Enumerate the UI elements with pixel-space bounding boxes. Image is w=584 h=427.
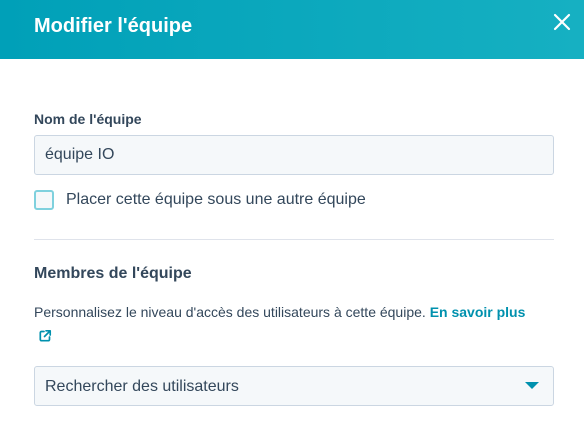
- close-icon: [553, 13, 571, 31]
- close-button[interactable]: [552, 12, 572, 32]
- search-users-dropdown[interactable]: Rechercher des utilisateurs: [34, 366, 554, 406]
- parent-team-checkbox-label[interactable]: Placer cette équipe sous une autre équip…: [66, 190, 366, 210]
- external-link-icon[interactable]: [38, 329, 52, 343]
- parent-team-option[interactable]: Placer cette équipe sous une autre équip…: [34, 188, 366, 212]
- search-users-placeholder: Rechercher des utilisateurs: [45, 378, 239, 395]
- dialog-title: Modifier l'équipe: [34, 15, 193, 37]
- team-members-help: Personnalisez le niveau d'accès des util…: [34, 302, 554, 322]
- team-name-label: Nom de l'équipe: [34, 111, 142, 127]
- team-members-title: Membres de l'équipe: [34, 265, 192, 282]
- section-divider: [34, 239, 554, 240]
- team-name-input[interactable]: [34, 135, 554, 175]
- learn-more-link[interactable]: En savoir plus: [430, 304, 526, 320]
- parent-team-checkbox[interactable]: [34, 190, 54, 210]
- edit-team-dialog: Modifier l'équipe Nom de l'équipe Placer…: [0, 0, 584, 427]
- team-members-help-text: Personnalisez le niveau d'accès des util…: [34, 304, 426, 320]
- dialog-header: Modifier l'équipe: [0, 0, 584, 59]
- chevron-down-icon: [525, 382, 539, 389]
